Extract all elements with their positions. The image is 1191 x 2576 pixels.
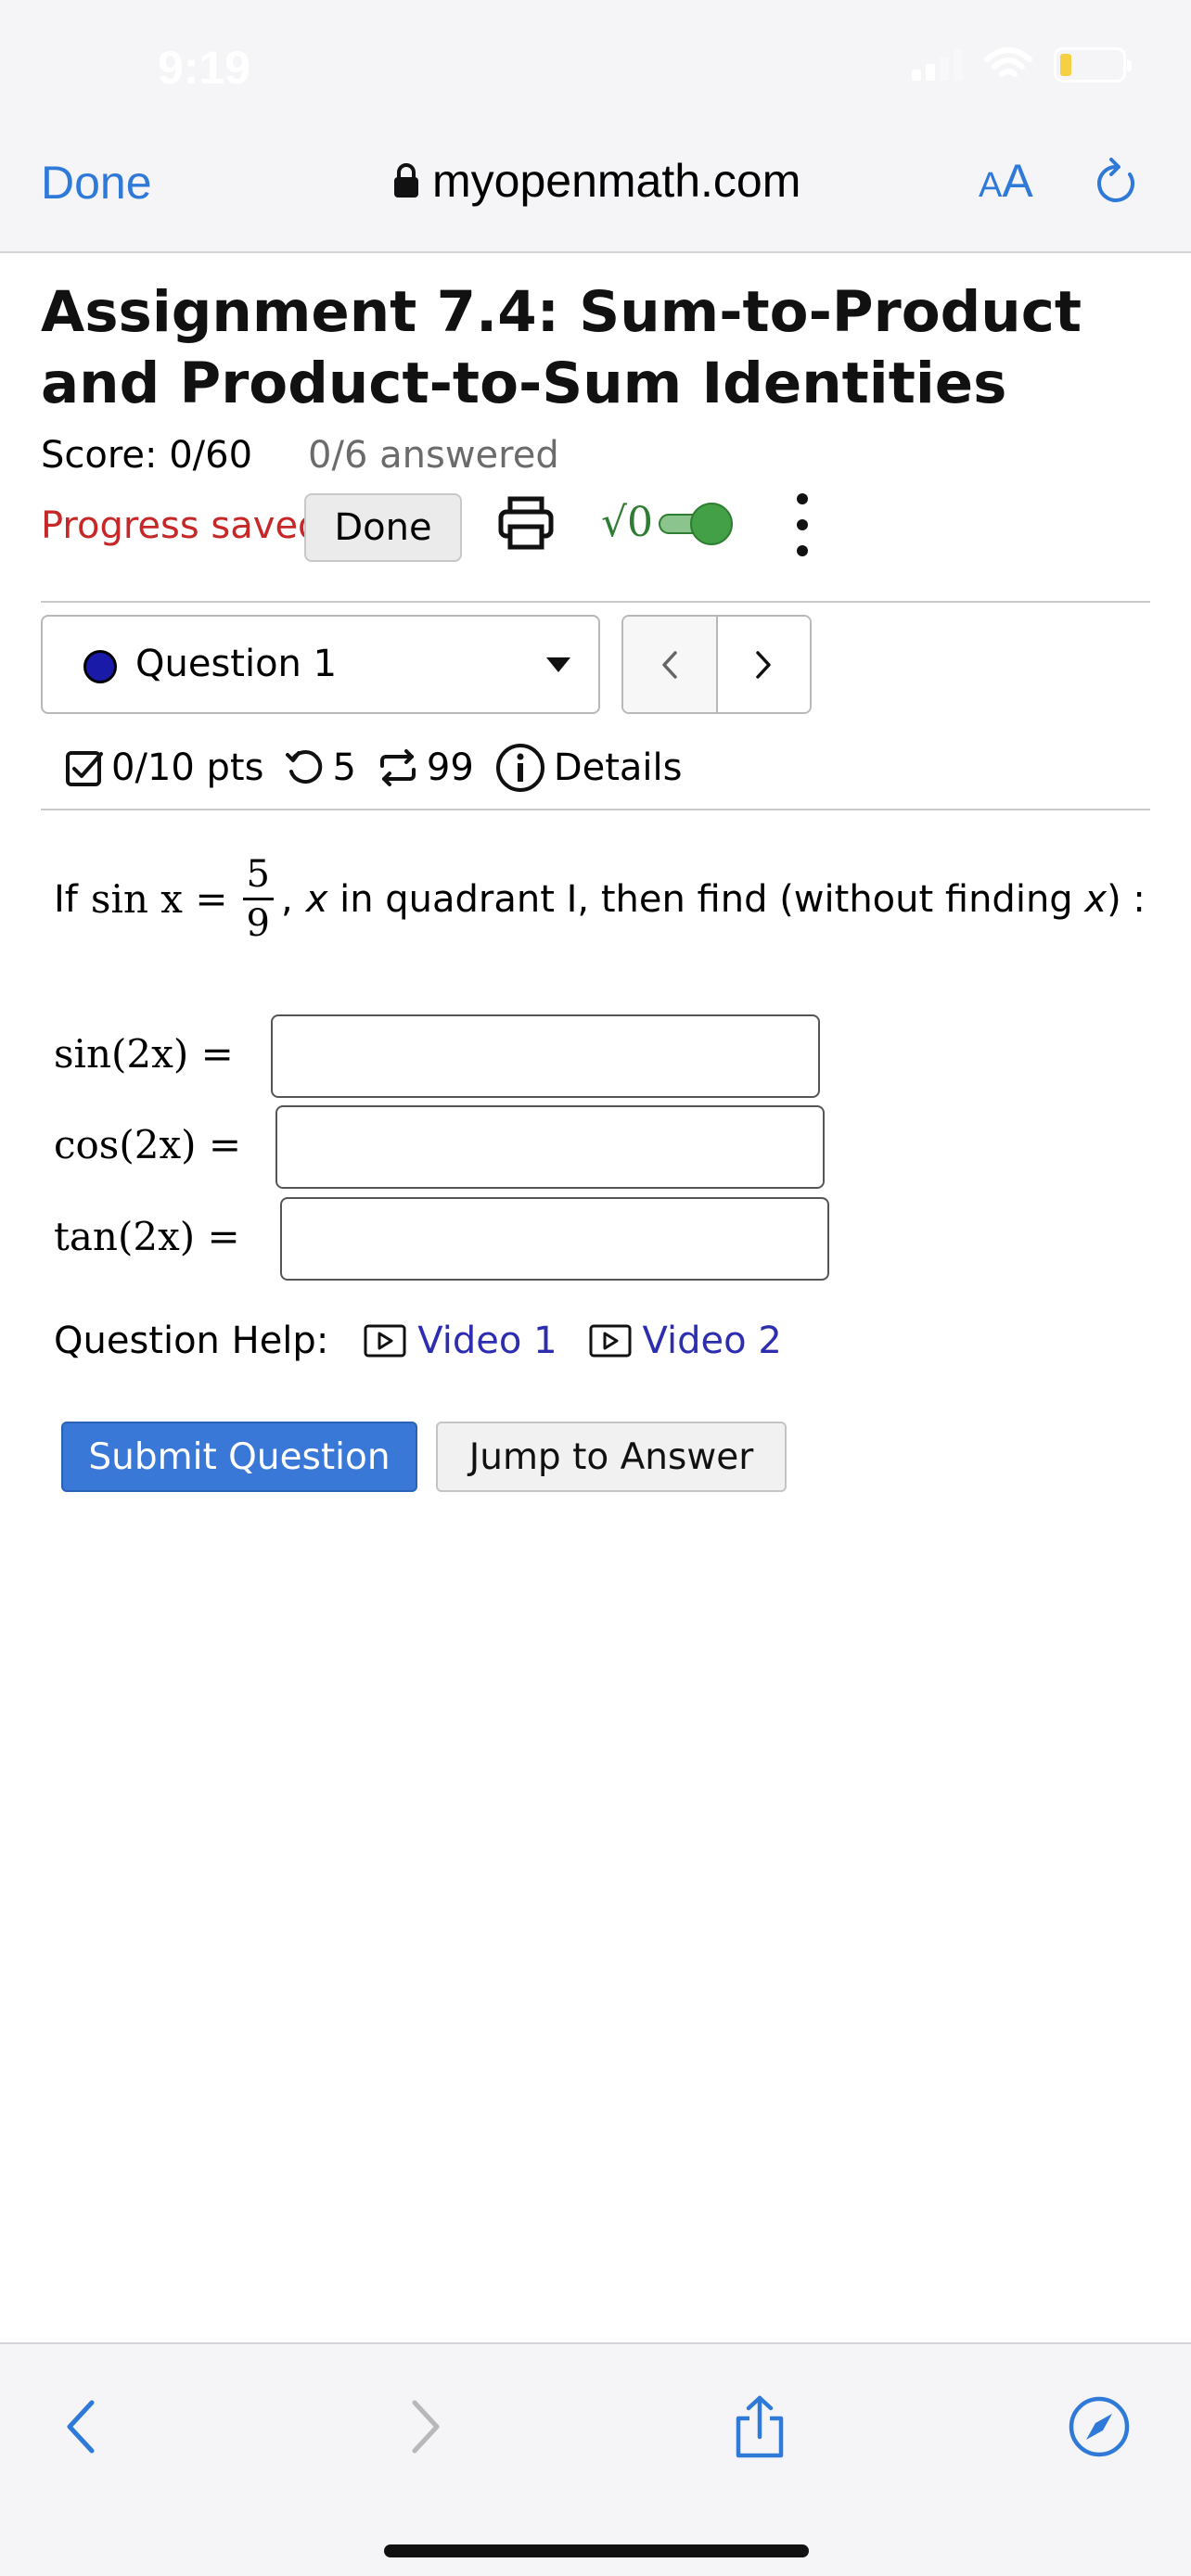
prev-question-button[interactable] bbox=[623, 617, 718, 712]
problem-variable-2: x bbox=[1084, 877, 1108, 921]
fraction-denominator: 9 bbox=[246, 902, 270, 945]
fraction: 5 9 bbox=[242, 851, 274, 947]
status-time: 9:19 bbox=[158, 42, 251, 94]
answer-row-tan: tan(2x) = bbox=[54, 1214, 240, 1259]
question-help: Question Help: Video 1 Video 2 bbox=[54, 1320, 782, 1362]
compass-button[interactable] bbox=[1067, 2394, 1132, 2459]
answered-count: 0/6 answered bbox=[308, 434, 559, 477]
problem-variable: x bbox=[305, 877, 328, 921]
answer-input-sin[interactable] bbox=[271, 1014, 820, 1098]
divider bbox=[41, 601, 1150, 603]
question-select[interactable]: Question 1 bbox=[41, 615, 600, 714]
question-select-label: Question 1 bbox=[135, 643, 338, 685]
video-2-label: Video 2 bbox=[642, 1320, 782, 1362]
fraction-numerator: 5 bbox=[242, 851, 274, 900]
sqrt-label: √0 bbox=[601, 499, 654, 546]
question-status-dot bbox=[83, 650, 117, 683]
divider bbox=[41, 809, 1150, 810]
play-icon bbox=[589, 1324, 632, 1358]
play-icon bbox=[364, 1324, 406, 1358]
answer-input-cos[interactable] bbox=[275, 1105, 825, 1189]
problem-prefix: If bbox=[54, 877, 78, 921]
chevron-left-icon bbox=[662, 650, 677, 679]
answer-label-cos: cos(2x) = bbox=[54, 1122, 242, 1167]
answer-label-tan: tan(2x) = bbox=[54, 1214, 240, 1259]
question-nav-buttons bbox=[621, 615, 812, 714]
battery-icon bbox=[1054, 47, 1132, 83]
printer-icon[interactable] bbox=[497, 493, 555, 553]
retries-item: 5 bbox=[284, 746, 356, 789]
toggle-switch[interactable] bbox=[659, 502, 734, 545]
home-indicator bbox=[384, 2544, 809, 2557]
attempts-item: 99 bbox=[377, 746, 474, 789]
answer-row-sin: sin(2x) = bbox=[54, 1031, 234, 1077]
url-text: myopenmath.com bbox=[432, 155, 801, 207]
video-2-link[interactable]: Video 2 bbox=[589, 1320, 782, 1362]
lock-icon bbox=[394, 163, 418, 198]
problem-suffix: ) : bbox=[1107, 877, 1146, 921]
chevron-right-icon bbox=[756, 650, 771, 679]
aa-large-label: A bbox=[1002, 155, 1033, 207]
url-bar[interactable]: myopenmath.com bbox=[393, 154, 800, 208]
video-1-label: Video 1 bbox=[417, 1320, 557, 1362]
share-icon bbox=[736, 2395, 784, 2458]
back-arrow-icon bbox=[67, 2400, 95, 2454]
details-label: Details bbox=[553, 746, 683, 789]
problem-statement: If sin x = 5 9 , x in quadrant I, then f… bbox=[54, 851, 1167, 947]
answer-row-cos: cos(2x) = bbox=[54, 1122, 241, 1167]
chevron-down-icon bbox=[546, 657, 570, 672]
answer-label-sin: sin(2x) = bbox=[54, 1031, 234, 1077]
compass-icon bbox=[1069, 2396, 1130, 2457]
undo-icon bbox=[286, 750, 323, 784]
text-size-button[interactable]: AA bbox=[979, 154, 1033, 208]
points-text: 0/10 pts bbox=[111, 746, 264, 789]
forward-button[interactable] bbox=[393, 2394, 458, 2459]
repeat-icon bbox=[379, 749, 416, 786]
details-link[interactable]: Details bbox=[494, 742, 683, 794]
score-row: Score: 0/60 0/6 answered bbox=[41, 434, 559, 477]
problem-text: in quadrant I, then find (without findin… bbox=[327, 877, 1085, 921]
help-label: Question Help: bbox=[54, 1320, 329, 1362]
wifi-icon bbox=[984, 47, 1032, 77]
page-title: Assignment 7.4: Sum-to-Product and Produ… bbox=[41, 279, 1082, 416]
score-text: Score: 0/60 bbox=[41, 434, 253, 477]
problem-comma: , bbox=[280, 877, 293, 921]
video-1-link[interactable]: Video 1 bbox=[364, 1320, 557, 1362]
points-item: 0/10 pts bbox=[65, 746, 263, 789]
browser-bottom-toolbar bbox=[0, 2342, 1191, 2576]
signal-icon bbox=[912, 49, 963, 81]
math-display-toggle[interactable]: √0 bbox=[601, 499, 734, 546]
question-meta: 0/10 pts 5 99 Details bbox=[65, 742, 702, 794]
submit-question-button[interactable]: Submit Question bbox=[61, 1422, 417, 1492]
jump-to-answer-button[interactable]: Jump to Answer bbox=[436, 1422, 787, 1492]
aa-small-label: A bbox=[979, 166, 1003, 205]
forward-arrow-icon bbox=[412, 2400, 440, 2454]
browser-top-bar: 9:19 Done myopenmath.com AA bbox=[0, 0, 1191, 253]
attempts-count: 99 bbox=[426, 746, 474, 789]
problem-expression: sin x = bbox=[90, 876, 228, 922]
back-button[interactable] bbox=[48, 2394, 113, 2459]
done-button[interactable]: Done bbox=[304, 493, 462, 562]
info-icon bbox=[495, 744, 544, 792]
answer-input-tan[interactable] bbox=[280, 1197, 829, 1281]
more-options-icon[interactable] bbox=[788, 493, 816, 556]
next-question-button[interactable] bbox=[717, 617, 810, 712]
checkbox-icon bbox=[66, 751, 103, 786]
browser-done-button[interactable]: Done bbox=[41, 156, 152, 210]
reload-icon[interactable] bbox=[1093, 156, 1141, 208]
status-icons bbox=[912, 46, 1132, 83]
share-button[interactable] bbox=[727, 2394, 792, 2459]
retries-count: 5 bbox=[332, 746, 356, 789]
progress-status: Progress saved bbox=[41, 504, 322, 547]
